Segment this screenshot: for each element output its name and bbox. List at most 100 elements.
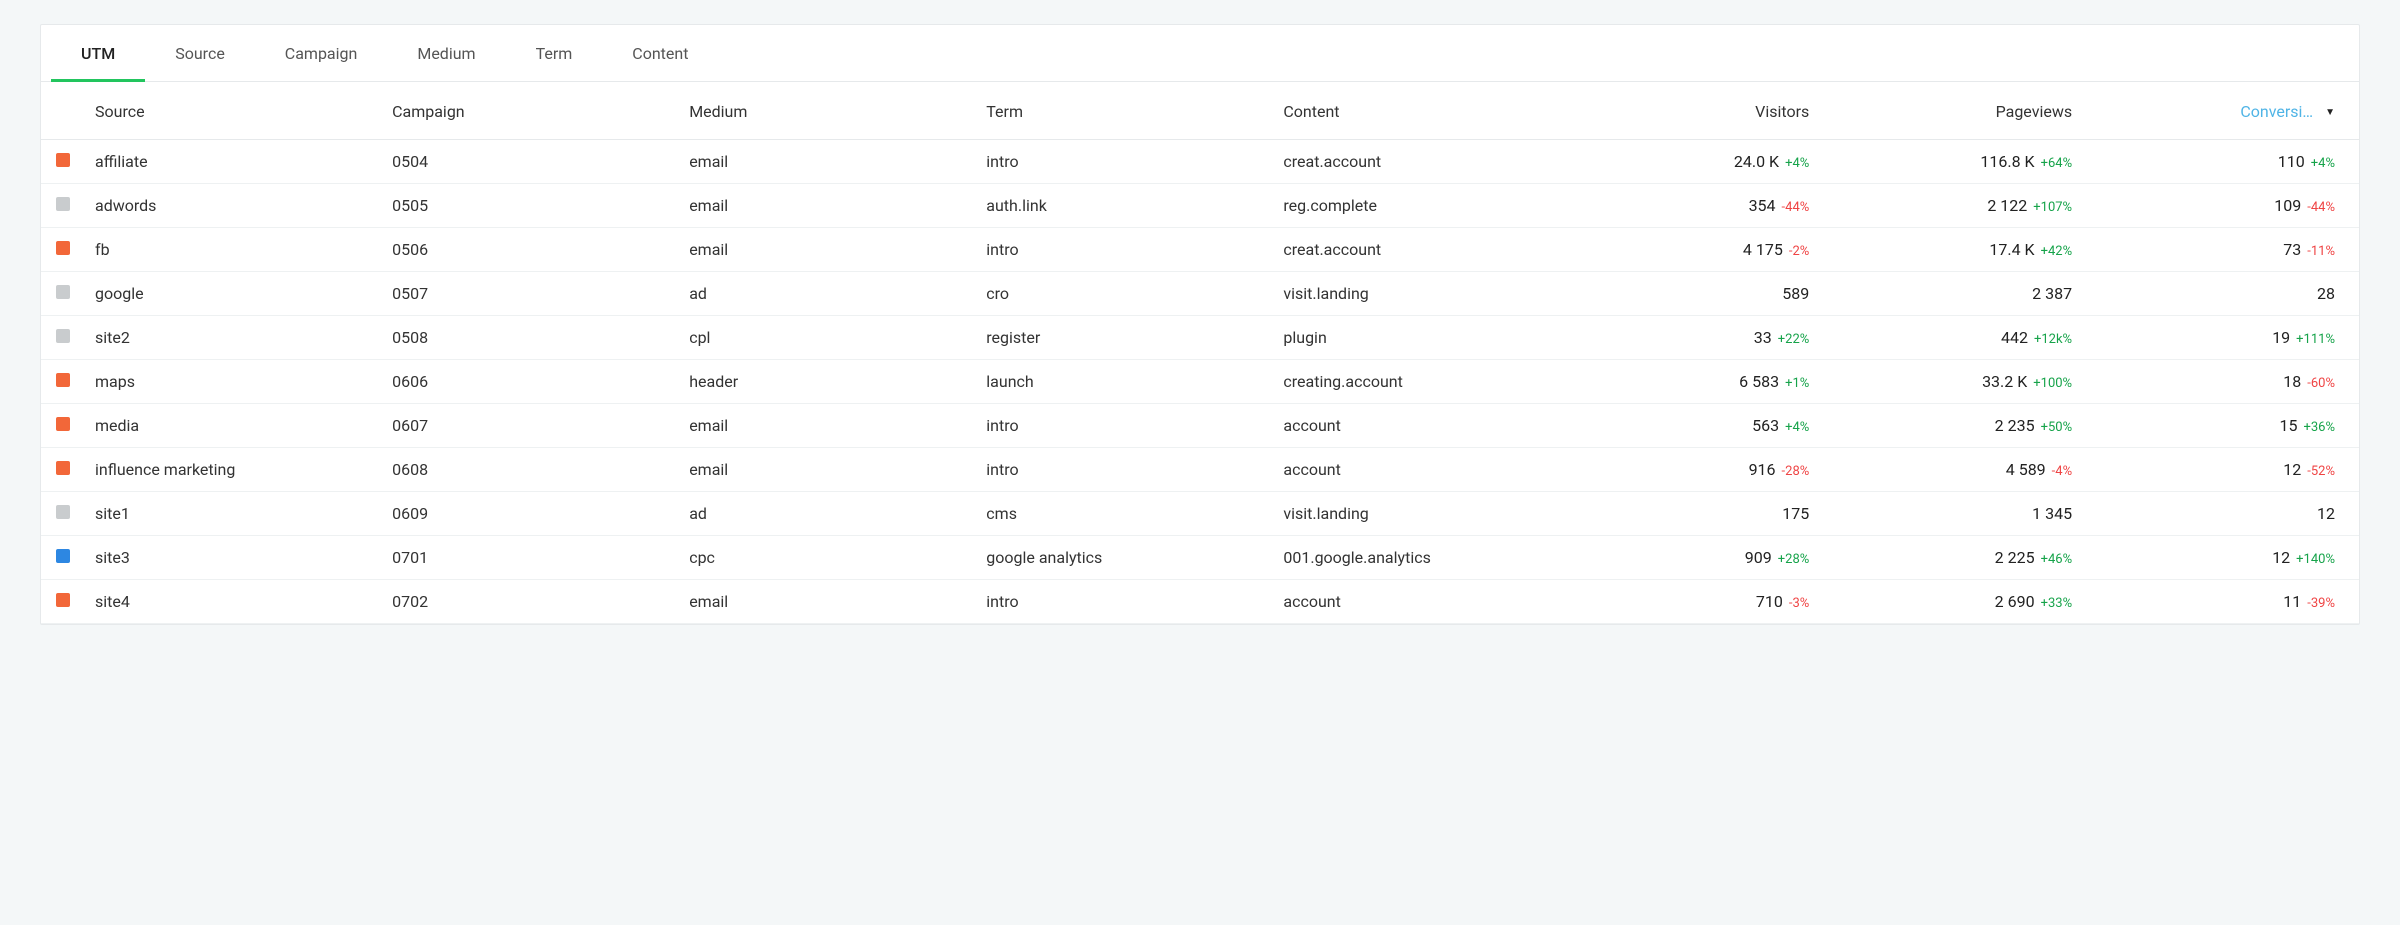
cell-visitors-value: 563 bbox=[1752, 416, 1779, 435]
cell-pageviews-delta: -4% bbox=[2052, 464, 2072, 479]
row-swatch-cell bbox=[41, 272, 85, 316]
cell-term: cro bbox=[976, 272, 1273, 316]
tab-medium[interactable]: Medium bbox=[387, 26, 505, 82]
cell-pageviews-value: 2 225 bbox=[1995, 548, 2035, 567]
table-row[interactable]: google0507adcrovisit.landing5892 38728 bbox=[41, 272, 2359, 316]
cell-visitors-value: 33 bbox=[1754, 328, 1772, 347]
cell-term: intro bbox=[976, 140, 1273, 184]
cell-pageviews: 2 235+50% bbox=[1833, 404, 2096, 448]
cell-pageviews-delta: +64% bbox=[2041, 156, 2073, 171]
table-row[interactable]: media0607emailintroaccount563+4%2 235+50… bbox=[41, 404, 2359, 448]
cell-conversions-delta: -44% bbox=[2307, 200, 2335, 215]
tab-source[interactable]: Source bbox=[145, 26, 255, 82]
cell-pageviews-delta: +50% bbox=[2041, 420, 2073, 435]
swatch-icon bbox=[56, 197, 70, 211]
cell-pageviews-value: 33.2 K bbox=[1982, 372, 2027, 391]
swatch-icon bbox=[56, 505, 70, 519]
tab-campaign[interactable]: Campaign bbox=[255, 26, 388, 82]
cell-term: cms bbox=[976, 492, 1273, 536]
cell-pageviews: 33.2 K+100% bbox=[1833, 360, 2096, 404]
table-row[interactable]: affiliate0504emailintrocreat.account24.0… bbox=[41, 140, 2359, 184]
column-conversions[interactable]: Conversi… ▼ bbox=[2096, 82, 2359, 140]
cell-content: reg.complete bbox=[1273, 184, 1570, 228]
cell-visitors: 175 bbox=[1570, 492, 1833, 536]
cell-conversions-value: 28 bbox=[2317, 284, 2335, 303]
cell-campaign: 0607 bbox=[382, 404, 679, 448]
utm-report-card: UTMSourceCampaignMediumTermContent Sourc… bbox=[40, 24, 2360, 625]
cell-pageviews: 17.4 K +42% bbox=[1833, 228, 2096, 272]
cell-campaign: 0608 bbox=[382, 448, 679, 492]
cell-pageviews: 116.8 K+64% bbox=[1833, 140, 2096, 184]
column-source[interactable]: Source bbox=[85, 82, 382, 140]
cell-source: site4 bbox=[85, 580, 382, 624]
tab-content[interactable]: Content bbox=[602, 26, 718, 82]
cell-pageviews: 4 589-4% bbox=[1833, 448, 2096, 492]
cell-pageviews: 2 387 bbox=[1833, 272, 2096, 316]
table-row[interactable]: fb0506emailintrocreat.account4 175-2%17.… bbox=[41, 228, 2359, 272]
cell-term: intro bbox=[976, 228, 1273, 272]
cell-pageviews-delta: +42% bbox=[2041, 244, 2073, 259]
cell-visitors: 33 +22% bbox=[1570, 316, 1833, 360]
cell-content: 001.google.analytics bbox=[1273, 536, 1570, 580]
cell-pageviews-value: 1 345 bbox=[2032, 504, 2072, 523]
cell-source: site2 bbox=[85, 316, 382, 360]
table-row[interactable]: maps0606headerlaunchcreating.account6 58… bbox=[41, 360, 2359, 404]
cell-campaign: 0702 bbox=[382, 580, 679, 624]
cell-conversions-delta: +140% bbox=[2296, 552, 2335, 567]
sort-desc-icon: ▼ bbox=[2325, 107, 2335, 118]
cell-conversions: 12+140% bbox=[2096, 536, 2359, 580]
cell-conversions: 12 bbox=[2096, 492, 2359, 536]
column-medium[interactable]: Medium bbox=[679, 82, 976, 140]
cell-pageviews: 442+12k% bbox=[1833, 316, 2096, 360]
cell-conversions: 73-11% bbox=[2096, 228, 2359, 272]
column-term[interactable]: Term bbox=[976, 82, 1273, 140]
cell-visitors-value: 354 bbox=[1749, 196, 1776, 215]
cell-conversions-delta: -60% bbox=[2307, 376, 2335, 391]
cell-conversions: 12-52% bbox=[2096, 448, 2359, 492]
cell-conversions-value: 15 bbox=[2280, 416, 2298, 435]
cell-medium: header bbox=[679, 360, 976, 404]
cell-term: auth.link bbox=[976, 184, 1273, 228]
cell-pageviews: 2 690+33% bbox=[1833, 580, 2096, 624]
cell-term: intro bbox=[976, 404, 1273, 448]
tab-term[interactable]: Term bbox=[506, 26, 603, 82]
cell-pageviews-value: 17.4 K bbox=[1989, 240, 2034, 259]
cell-conversions-delta: -11% bbox=[2307, 244, 2335, 259]
column-pageviews[interactable]: Pageviews bbox=[1833, 82, 2096, 140]
cell-pageviews-delta: +33% bbox=[2041, 596, 2073, 611]
cell-medium: cpc bbox=[679, 536, 976, 580]
cell-content: creat.account bbox=[1273, 228, 1570, 272]
cell-visitors-value: 175 bbox=[1782, 504, 1809, 523]
cell-visitors: 4 175-2% bbox=[1570, 228, 1833, 272]
cell-medium: email bbox=[679, 448, 976, 492]
cell-source: adwords bbox=[85, 184, 382, 228]
cell-pageviews: 1 345 bbox=[1833, 492, 2096, 536]
table-row[interactable]: site30701cpcgoogle analytics001.google.a… bbox=[41, 536, 2359, 580]
column-campaign[interactable]: Campaign bbox=[382, 82, 679, 140]
cell-conversions: 109-44% bbox=[2096, 184, 2359, 228]
cell-visitors-value: 710 bbox=[1756, 592, 1783, 611]
cell-campaign: 0508 bbox=[382, 316, 679, 360]
cell-content: visit.landing bbox=[1273, 272, 1570, 316]
cell-content: visit.landing bbox=[1273, 492, 1570, 536]
row-swatch-cell bbox=[41, 360, 85, 404]
column-content[interactable]: Content bbox=[1273, 82, 1570, 140]
cell-campaign: 0504 bbox=[382, 140, 679, 184]
cell-conversions-value: 18 bbox=[2283, 372, 2301, 391]
cell-campaign: 0506 bbox=[382, 228, 679, 272]
cell-term: intro bbox=[976, 580, 1273, 624]
table-row[interactable]: adwords0505emailauth.linkreg.complete354… bbox=[41, 184, 2359, 228]
tab-utm[interactable]: UTM bbox=[51, 26, 145, 82]
column-visitors[interactable]: Visitors bbox=[1570, 82, 1833, 140]
cell-visitors-value: 909 bbox=[1745, 548, 1772, 567]
cell-conversions: 28 bbox=[2096, 272, 2359, 316]
cell-conversions-value: 110 bbox=[2278, 152, 2305, 171]
cell-pageviews-delta: +46% bbox=[2041, 552, 2073, 567]
table-row[interactable]: site10609adcmsvisit.landing1751 34512 bbox=[41, 492, 2359, 536]
cell-visitors-delta: +4% bbox=[1785, 420, 1809, 435]
cell-medium: email bbox=[679, 140, 976, 184]
table-row[interactable]: site40702emailintroaccount710-3%2 690+33… bbox=[41, 580, 2359, 624]
cell-visitors-delta: +22% bbox=[1778, 332, 1810, 347]
table-row[interactable]: influence marketing0608emailintroaccount… bbox=[41, 448, 2359, 492]
table-row[interactable]: site20508cplregisterplugin33+22%442+12k%… bbox=[41, 316, 2359, 360]
